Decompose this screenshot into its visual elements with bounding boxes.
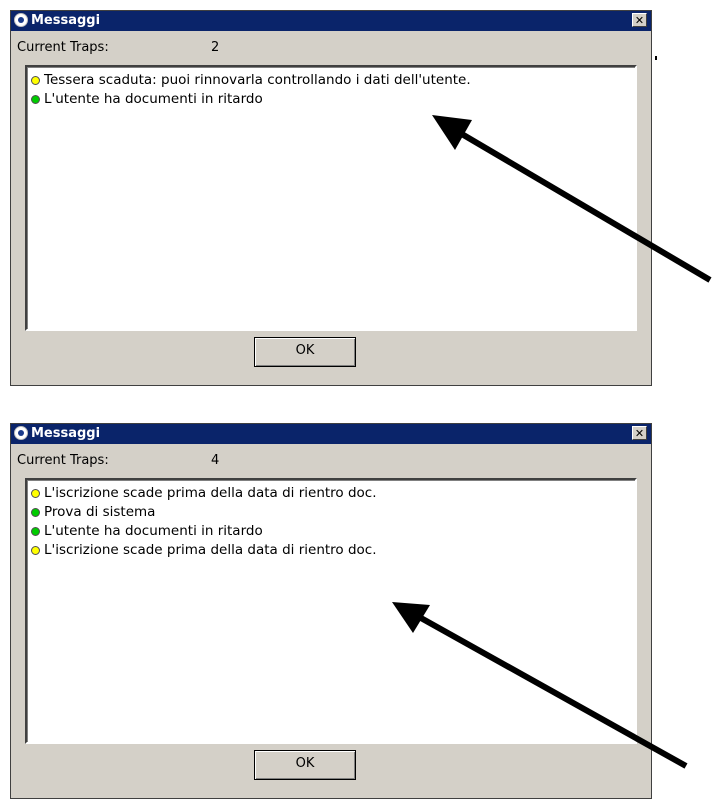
annotation-arrows <box>392 115 712 769</box>
pointer-arrow-icon <box>392 602 688 769</box>
pointer-arrow-icon <box>432 115 712 283</box>
